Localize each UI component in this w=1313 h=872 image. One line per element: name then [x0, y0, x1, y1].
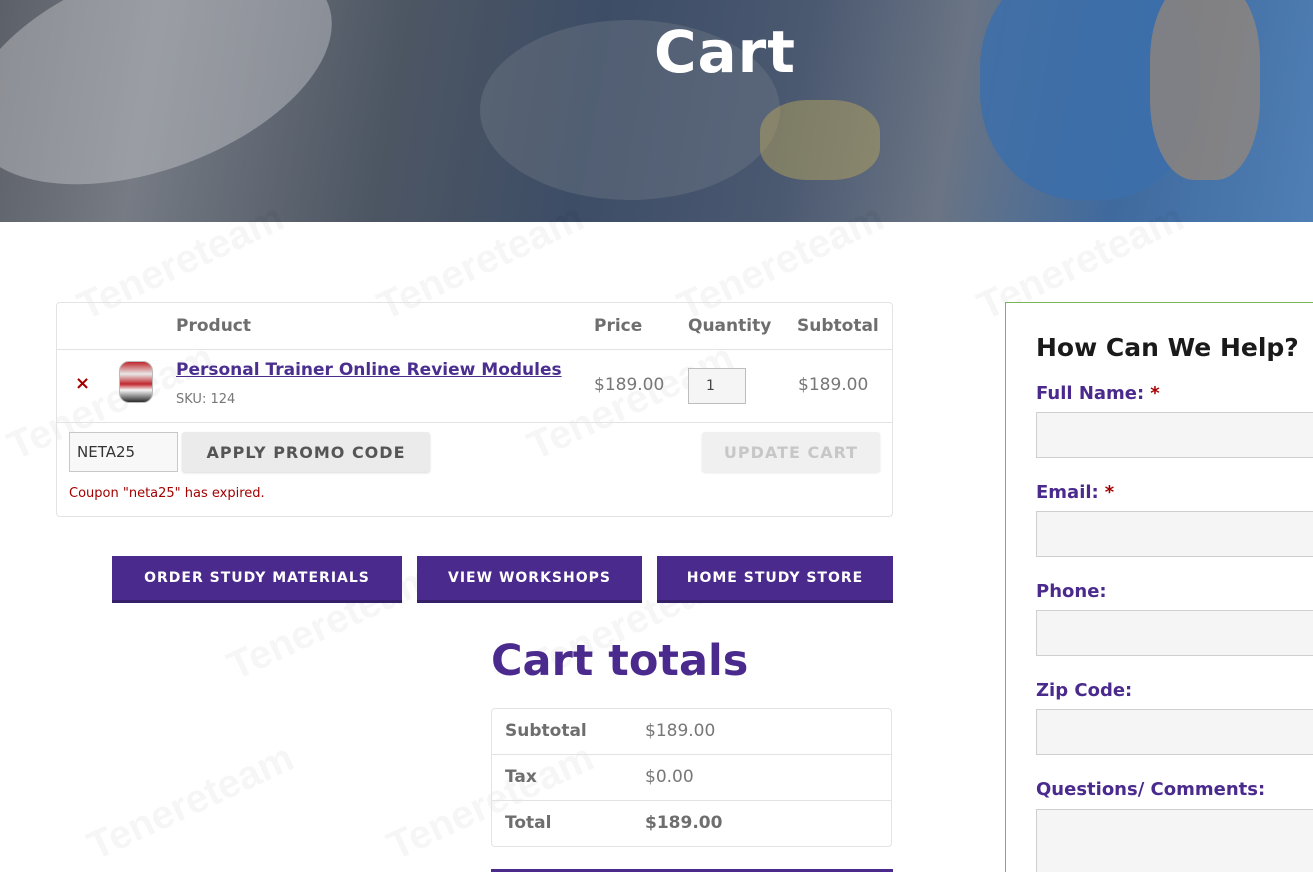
phone-label: Phone:: [1036, 581, 1107, 602]
help-form-panel: How Can We Help? Full Name: * Email: * Pho…: [1005, 302, 1313, 872]
zip-label: Zip Code:: [1036, 680, 1133, 701]
page-title: Cart: [653, 18, 797, 86]
header-quantity: Quantity: [688, 316, 772, 336]
totals-subtotal-value: $189.00: [645, 721, 716, 741]
comments-textarea[interactable]: [1036, 809, 1313, 872]
phone-input[interactable]: [1036, 610, 1313, 656]
product-sku: SKU: 124: [176, 392, 236, 407]
remove-item-icon[interactable]: ×: [75, 373, 90, 394]
zip-input[interactable]: [1036, 709, 1313, 755]
item-subtotal: $189.00: [798, 375, 869, 395]
totals-tax-value: $0.00: [645, 767, 694, 787]
cart-table: Product Price Quantity Subtotal × Person…: [56, 302, 893, 517]
product-thumbnail[interactable]: [119, 361, 153, 403]
header-subtotal: Subtotal: [797, 316, 879, 336]
header-price: Price: [594, 316, 643, 336]
comments-label: Questions/ Comments:: [1036, 779, 1266, 800]
email-label: Email: *: [1036, 482, 1115, 503]
totals-total-value: $189.00: [645, 813, 723, 833]
totals-total-label: Total: [505, 813, 552, 833]
item-price: $189.00: [594, 375, 665, 395]
email-input[interactable]: [1036, 511, 1313, 557]
watermark: Tenereteam: [81, 735, 301, 869]
cart-totals-table: Subtotal $189.00 Tax $0.00 Total $189.00: [491, 708, 892, 847]
coupon-input[interactable]: [69, 432, 178, 472]
full-name-label: Full Name: *: [1036, 383, 1160, 404]
totals-subtotal-label: Subtotal: [505, 721, 587, 741]
full-name-input[interactable]: [1036, 412, 1313, 458]
apply-promo-button[interactable]: APPLY PROMO CODE: [182, 432, 430, 472]
hero-banner: Cart: [0, 0, 1313, 222]
quantity-input[interactable]: [688, 368, 746, 404]
coupon-error-message: Coupon "neta25" has expired.: [69, 486, 265, 501]
cart-totals-title: Cart totals: [491, 636, 749, 686]
totals-tax-label: Tax: [505, 767, 537, 787]
view-workshops-button[interactable]: VIEW WORKSHOPS: [417, 556, 642, 603]
update-cart-button[interactable]: UPDATE CART: [702, 432, 880, 472]
header-product: Product: [176, 316, 251, 336]
order-study-materials-button[interactable]: ORDER STUDY MATERIALS: [112, 556, 402, 603]
product-link[interactable]: Personal Trainer Online Review Modules: [176, 360, 562, 380]
help-title: How Can We Help?: [1036, 333, 1299, 362]
home-study-store-button[interactable]: HOME STUDY STORE: [657, 556, 893, 603]
